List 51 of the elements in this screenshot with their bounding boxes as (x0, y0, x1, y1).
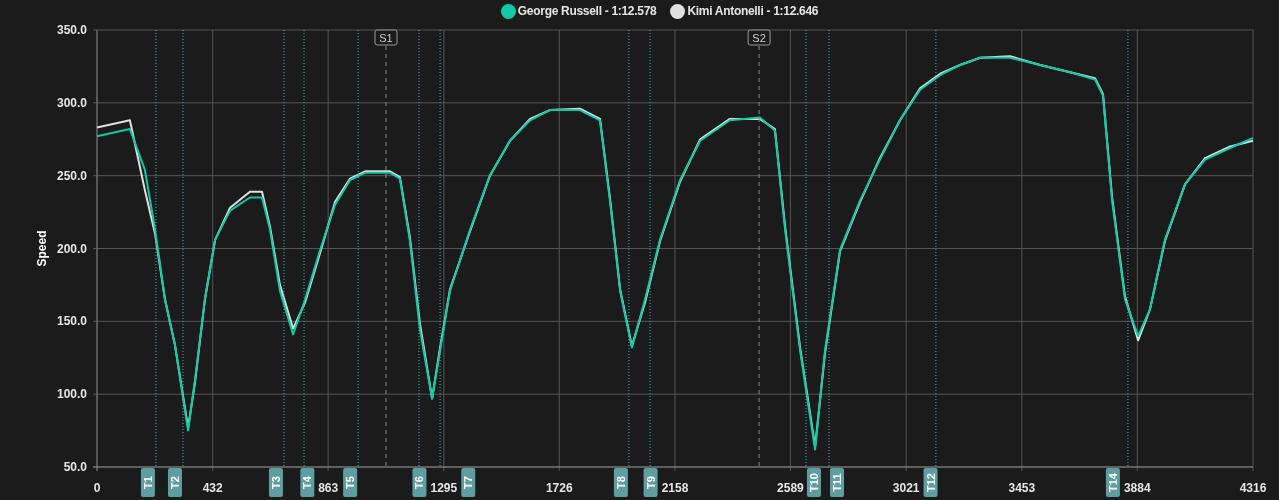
corner-label: T8 (613, 468, 628, 497)
ref-line-label: T1 (141, 476, 154, 489)
x-tick-label: 2158 (661, 481, 689, 495)
annotation: S1 (379, 31, 393, 44)
ref-line-label: T9 (644, 476, 657, 489)
legend-label[interactable]: George Russell - 1:12.578 (517, 4, 657, 18)
ref-line-label: T3 (269, 476, 282, 489)
x-tick-label: 2589 (777, 481, 804, 495)
ref-line-label: T10 (807, 473, 820, 492)
y-tick-label: 250.0 (56, 168, 87, 183)
y-tick-label: 50.0 (63, 460, 87, 474)
corner-label: T4 (300, 468, 315, 497)
annotation: S2 (752, 31, 766, 44)
corner-label: T9 (643, 468, 658, 497)
corner-label: T6 (412, 468, 427, 497)
x-tick-label: 1295 (430, 481, 458, 495)
corner-label: T12 (923, 468, 938, 497)
ref-line-label: T2 (168, 476, 181, 489)
x-tick-label: 0 (93, 481, 101, 495)
ref-line-label: T11 (831, 473, 844, 492)
legend-label[interactable]: Kimi Antonelli - 1:12.646 (687, 4, 819, 18)
x-tick-label: 1726 (545, 481, 573, 495)
corner-label: T2 (168, 468, 182, 497)
sector-label: S2 (747, 29, 771, 46)
ref-line-label: T12 (924, 473, 937, 492)
corner-label: T5 (343, 468, 358, 497)
ref-line-label: T6 (413, 476, 426, 489)
corner-label: T14 (1105, 468, 1120, 497)
y-tick-label: 350.0 (56, 23, 87, 37)
x-tick-label: 863 (318, 481, 339, 495)
y-tick-label: 100.0 (56, 387, 87, 402)
x-tick-label: 3884 (1123, 481, 1151, 495)
ref-line-label: T7 (462, 476, 475, 489)
corner-label: T3 (268, 468, 283, 497)
y-axis-title: Speed (35, 230, 49, 267)
x-tick-label: 3453 (1008, 481, 1036, 495)
x-tick-label: 3021 (892, 481, 920, 495)
corner-label: T10 (806, 468, 821, 497)
x-tick-label: 4316 (1239, 481, 1267, 495)
ref-line-label: T5 (344, 476, 357, 489)
ref-line-label: T4 (301, 475, 314, 489)
y-tick-label: 150.0 (56, 314, 87, 329)
corner-label: T7 (461, 468, 476, 497)
y-tick-label: 200.0 (56, 241, 87, 256)
corner-label: T11 (830, 468, 844, 497)
x-tick-label: 432 (202, 481, 223, 495)
corner-label: T1 (140, 468, 155, 497)
y-tick-label: 300.0 (56, 95, 87, 110)
ref-line-label: T8 (614, 476, 627, 489)
ref-line-label: T14 (1106, 472, 1119, 492)
sector-label: S1 (374, 29, 398, 46)
